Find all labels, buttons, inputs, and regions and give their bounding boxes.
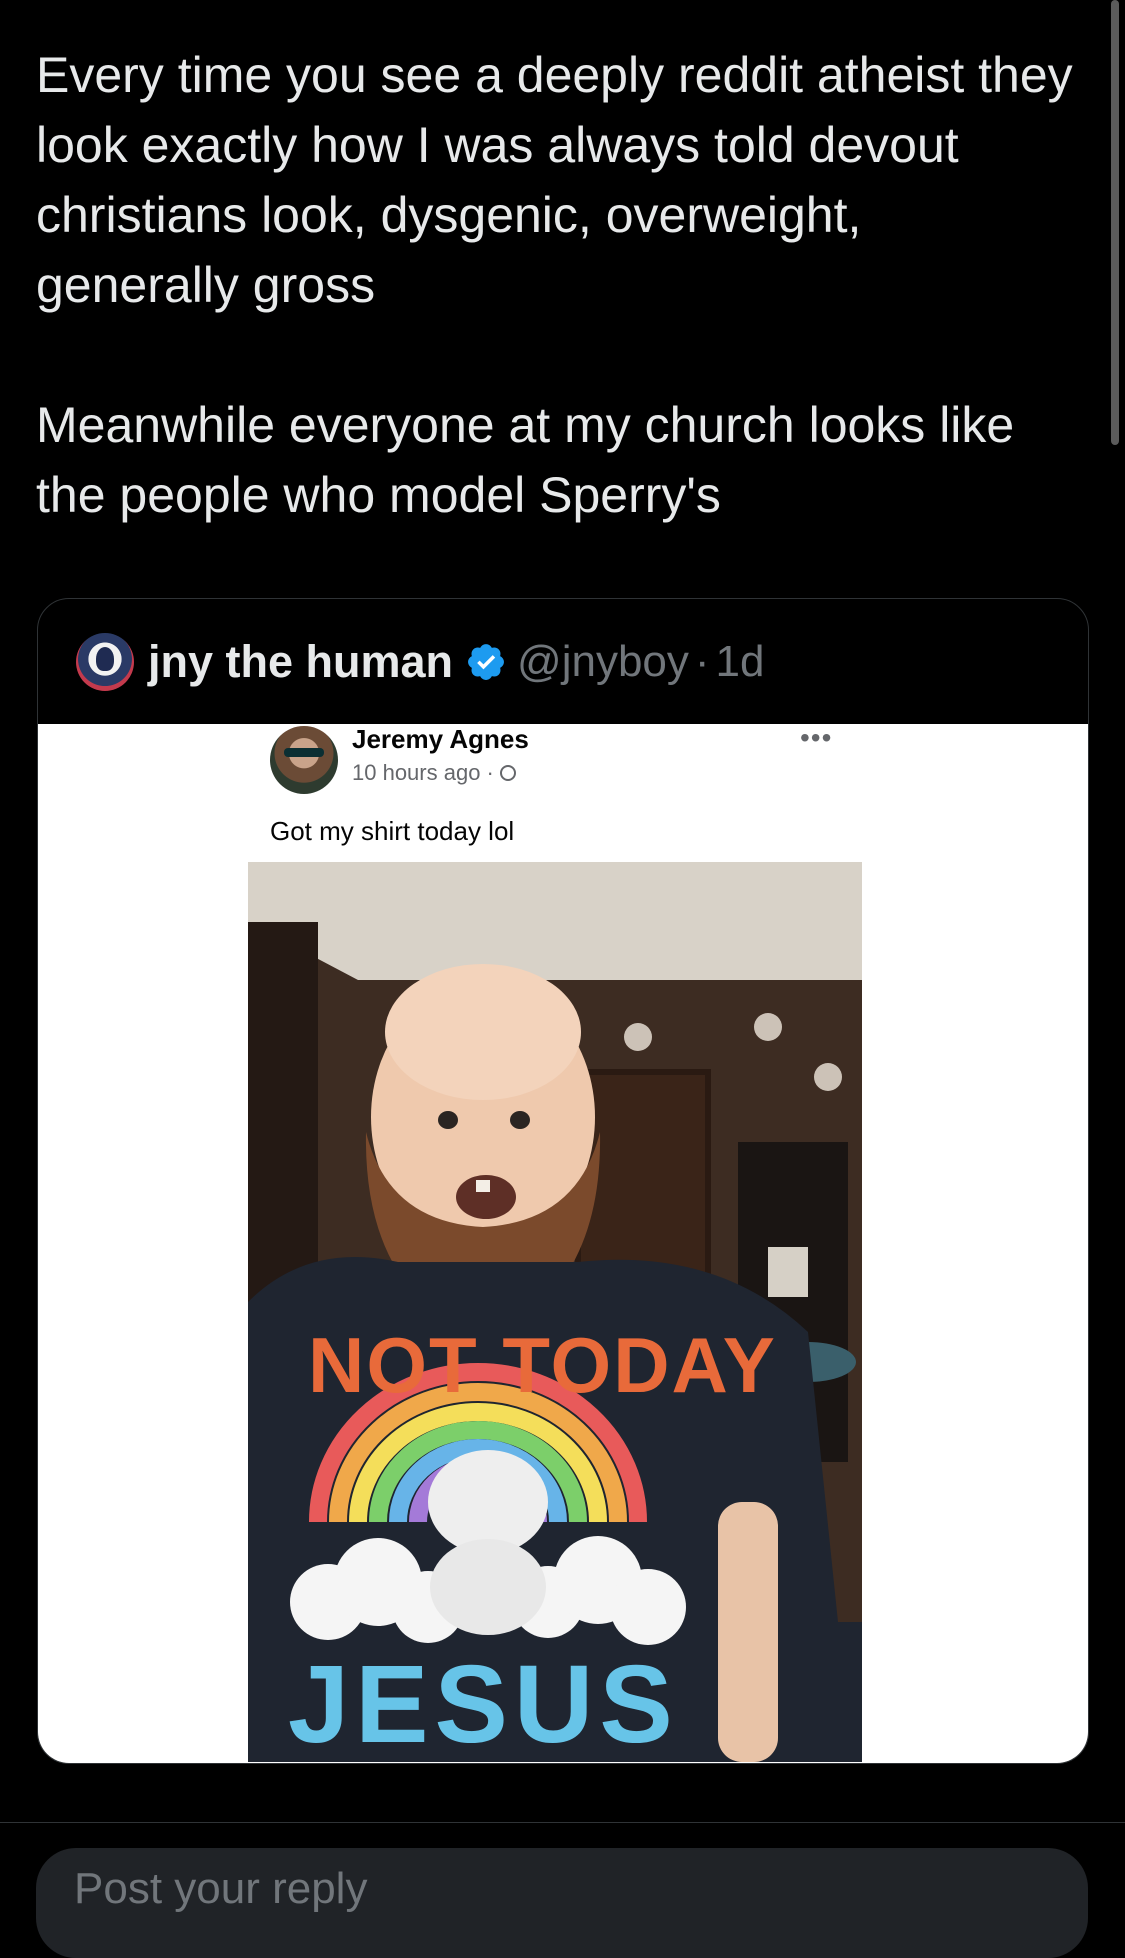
post-caption: Got my shirt today lol: [270, 816, 515, 846]
scrollbar[interactable]: [1111, 0, 1119, 445]
post-author-avatar: [270, 726, 338, 794]
tweet-text: Every time you see a deeply reddit athei…: [36, 47, 1073, 523]
shirt-text-top: NOT TODAY: [308, 1321, 777, 1409]
separator-dot: ·: [694, 636, 710, 686]
quoted-tweet-time[interactable]: 1d: [716, 637, 765, 687]
post-meta: 10 hours ago ·: [352, 760, 516, 786]
globe-icon: [499, 765, 516, 781]
divider: [0, 1822, 1125, 1823]
photo-illustration: NOT TODAY JESUS: [248, 862, 862, 1762]
quoted-author-name[interactable]: jny the human: [148, 636, 453, 688]
reply-input[interactable]: Post your reply: [36, 1848, 1088, 1958]
shirt-text-bottom: JESUS: [288, 1643, 679, 1762]
quoted-tweet-image[interactable]: Jeremy Agnes 10 hours ago · ••• Got my s…: [38, 722, 1088, 1763]
post-time: 10 hours ago ·: [352, 760, 494, 785]
more-options-icon: •••: [800, 722, 833, 753]
quoted-author-handle[interactable]: @jnyboy: [517, 637, 689, 687]
quoted-tweet-card[interactable]: jny the human @jnyboy · 1d Jeremy Agnes …: [37, 598, 1089, 1764]
post-photo: NOT TODAY JESUS: [248, 862, 862, 1762]
reply-placeholder: Post your reply: [74, 1864, 368, 1913]
post-author-name: Jeremy Agnes: [352, 724, 529, 754]
quoted-tweet-header: jny the human @jnyboy · 1d: [38, 599, 1088, 724]
verified-badge-icon: [468, 643, 504, 680]
quoted-author-avatar[interactable]: [76, 632, 134, 691]
